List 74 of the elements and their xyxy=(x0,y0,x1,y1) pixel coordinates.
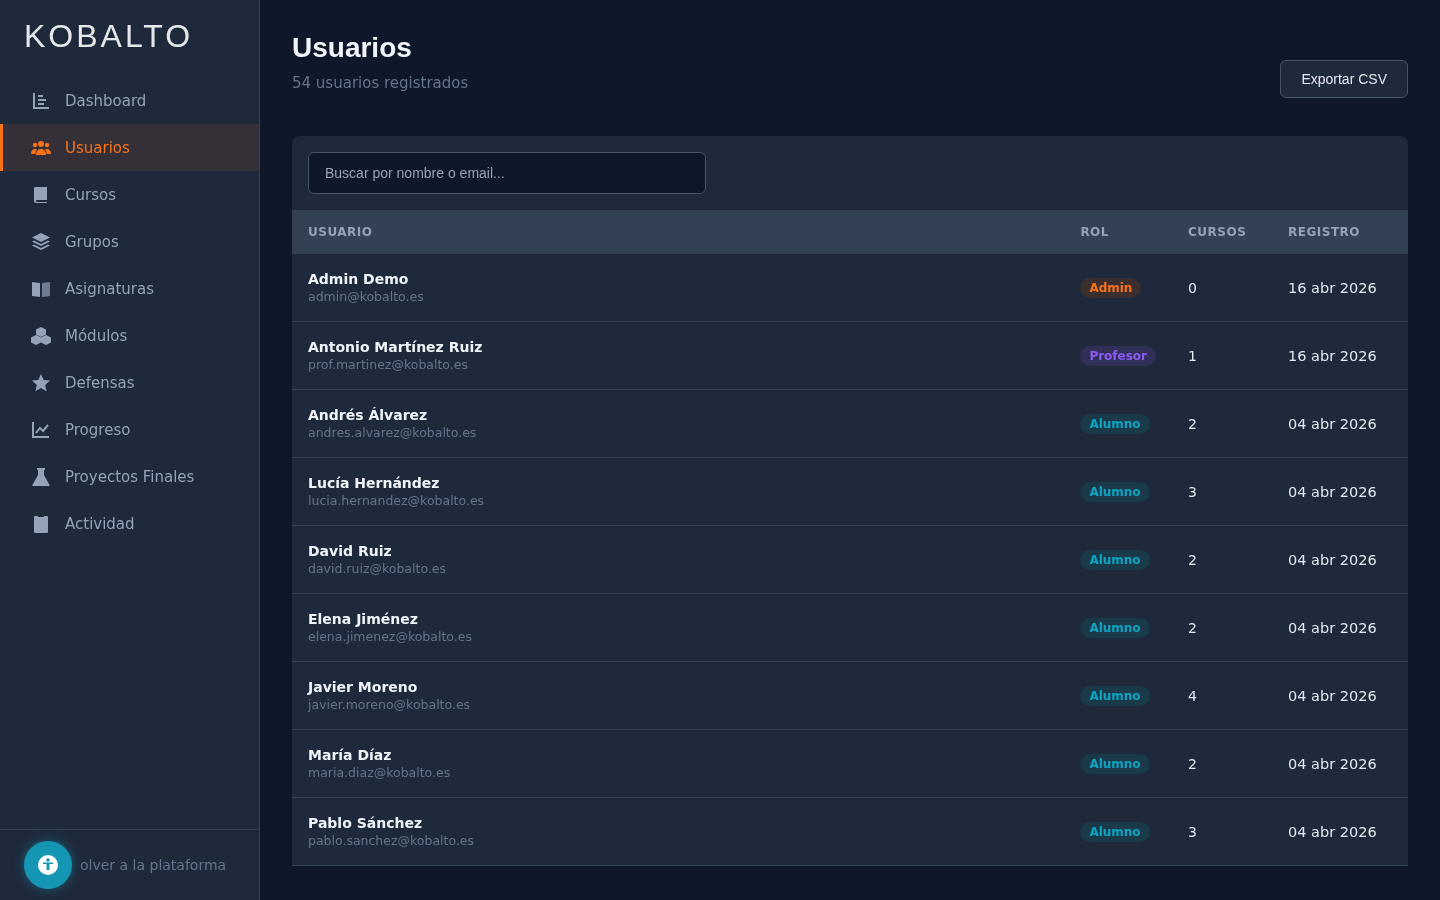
course-count: 0 xyxy=(1188,279,1197,296)
sidebar-item[interactable]: Asignaturas xyxy=(0,265,259,312)
course-count: 2 xyxy=(1188,755,1197,772)
user-name: Lucía Hernández xyxy=(308,475,441,491)
column-header: ROL xyxy=(1080,225,1109,239)
course-count: 2 xyxy=(1188,551,1197,568)
user-email: maria.diaz@kobalto.es xyxy=(308,765,452,780)
back-link[interactable]: olver a la plataforma xyxy=(80,857,227,873)
course-count: 3 xyxy=(1188,823,1197,840)
list-chart-icon xyxy=(31,90,51,111)
sidebar-item[interactable]: Proyectos Finales xyxy=(0,453,259,500)
registration-date: 04 abr 2026 xyxy=(1288,687,1377,704)
user-name: Elena Jiménez xyxy=(308,611,419,627)
user-name: David Ruiz xyxy=(308,543,393,559)
role-badge: Alumno xyxy=(1080,617,1150,638)
role-badge: Alumno xyxy=(1080,685,1150,706)
course-count: 4 xyxy=(1188,687,1197,704)
logo: KOBALTO xyxy=(23,17,195,56)
user-email: elena.jimenez@kobalto.es xyxy=(308,629,473,644)
user-email: prof.martinez@kobalto.es xyxy=(308,357,469,372)
clipboard-icon xyxy=(31,513,51,534)
course-count: 2 xyxy=(1188,619,1197,636)
role-badge: Alumno xyxy=(1080,753,1150,774)
role-badge: Alumno xyxy=(1080,821,1150,842)
sidebar-item[interactable]: Dashboard xyxy=(0,77,259,124)
role-badge: Profesor xyxy=(1080,345,1156,366)
sidebar-item[interactable]: Módulos xyxy=(0,312,259,359)
sidebar-item[interactable]: Usuarios xyxy=(0,124,259,171)
flask-icon xyxy=(31,466,51,487)
registration-date: 04 abr 2026 xyxy=(1288,415,1377,432)
user-name: Javier Moreno xyxy=(308,679,419,695)
registration-date: 04 abr 2026 xyxy=(1288,619,1377,636)
role-badge: Alumno xyxy=(1080,549,1150,570)
user-email: pablo.sanchez@kobalto.es xyxy=(308,833,476,848)
line-chart-icon xyxy=(31,419,51,440)
registration-date: 16 abr 2026 xyxy=(1288,279,1377,296)
user-email: javier.moreno@kobalto.es xyxy=(308,697,472,712)
registration-date: 04 abr 2026 xyxy=(1288,483,1377,500)
registration-date: 04 abr 2026 xyxy=(1288,755,1377,772)
star-icon xyxy=(31,372,51,393)
user-name: Admin Demo xyxy=(308,271,410,287)
sidebar-item[interactable]: Grupos xyxy=(0,218,259,265)
course-count: 1 xyxy=(1188,347,1197,364)
column-header: USUARIO xyxy=(308,225,373,239)
registration-date: 04 abr 2026 xyxy=(1288,823,1377,840)
user-email: andres.alvarez@kobalto.es xyxy=(308,425,478,440)
cubes-icon xyxy=(31,325,51,346)
user-email: admin@kobalto.es xyxy=(308,289,425,304)
user-count: 54 usuarios registrados xyxy=(292,74,469,92)
user-name: Andrés Álvarez xyxy=(308,407,429,423)
sidebar-item[interactable]: Progreso xyxy=(0,406,259,453)
user-email: lucia.hernandez@kobalto.es xyxy=(308,493,486,508)
sidebar-item[interactable]: Defensas xyxy=(0,359,259,406)
user-name: Antonio Martínez Ruiz xyxy=(308,339,484,355)
role-badge: Alumno xyxy=(1080,413,1150,434)
search-field[interactable]: Buscar por nombre o email... xyxy=(308,152,706,194)
registration-date: 16 abr 2026 xyxy=(1288,347,1377,364)
accessibility-button[interactable] xyxy=(24,841,72,889)
course-count: 3 xyxy=(1188,483,1197,500)
user-name: María Díaz xyxy=(308,747,393,763)
layers-icon xyxy=(31,231,51,252)
page-title: Usuarios xyxy=(292,32,413,64)
user-name: Pablo Sánchez xyxy=(308,815,424,831)
accessibility-icon xyxy=(38,855,58,875)
registration-date: 04 abr 2026 xyxy=(1288,551,1377,568)
course-count: 2 xyxy=(1188,415,1197,432)
user-email: david.ruiz@kobalto.es xyxy=(308,561,447,576)
role-badge: Alumno xyxy=(1080,481,1150,502)
sidebar-item[interactable]: Actividad xyxy=(0,500,259,547)
role-badge: Admin xyxy=(1080,277,1142,298)
column-header: REGISTRO xyxy=(1288,225,1361,239)
export-button[interactable]: Exportar CSV xyxy=(1280,60,1408,98)
sidebar-item[interactable]: Cursos xyxy=(0,171,259,218)
column-header: CURSOS xyxy=(1188,225,1247,239)
